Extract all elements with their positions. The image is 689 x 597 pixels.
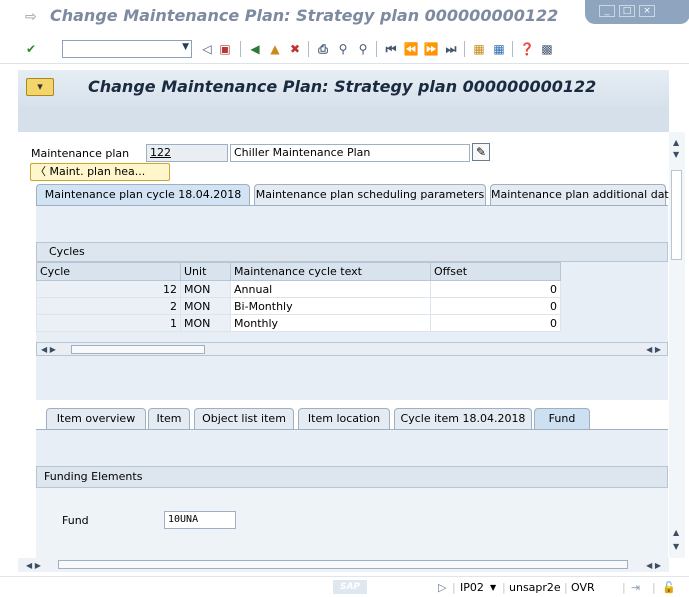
customize-layout-icon[interactable]: ▩	[538, 40, 556, 58]
cycles-table: Cycles Cycle Unit Maintenance cycle text…	[36, 242, 668, 360]
page-scroll-thumb[interactable]	[58, 560, 628, 569]
column-header-cycle[interactable]: Cycle	[36, 262, 181, 281]
minimize-icon[interactable]: _	[599, 5, 615, 17]
page-scroll-right-icon[interactable]: ◀ ▶	[646, 561, 661, 570]
page-title: Change Maintenance Plan: Strategy plan 0…	[88, 77, 597, 96]
cycles-title: Cycles	[36, 242, 668, 262]
close-icon[interactable]: ×	[639, 5, 655, 17]
standard-toolbar: ✔ ▼ ◁ ▣ ◀ ▲ ✖ ⎙ ⚲ ⚲ ⏮ ⏪ ⏩ ⏭ ▦ ▦ ❓ ▩	[0, 34, 689, 64]
window-controls: _ □ ×	[585, 0, 689, 34]
back-triangle-icon[interactable]: ◁	[198, 40, 216, 58]
column-header-offset[interactable]: Offset	[430, 262, 561, 281]
cycle-cell[interactable]: 12	[36, 280, 181, 298]
previous-page-icon[interactable]: ⏪	[402, 40, 420, 58]
scroll-thumb[interactable]	[71, 345, 205, 354]
tab-item[interactable]: Item	[148, 408, 190, 430]
tab-item-overview[interactable]: Item overview	[46, 408, 146, 430]
table-row[interactable]: 12 MON Annual 0	[36, 280, 561, 298]
table-horizontal-scrollbar[interactable]: ◀ ▶ ◀ ▶	[36, 342, 668, 356]
save-icon[interactable]: ▣	[216, 40, 234, 58]
tab-cycle-item[interactable]: Cycle item 18.04.2018	[394, 408, 532, 430]
funding-elements-group	[36, 488, 668, 558]
print-icon[interactable]: ⎙	[314, 40, 332, 58]
cycle-text-cell[interactable]: Bi-Monthly	[230, 297, 431, 315]
scroll-right-icon[interactable]: ◀ ▶	[646, 345, 661, 354]
last-page-icon[interactable]: ⏭	[442, 40, 460, 58]
scroll-up-icon[interactable]: ▲	[673, 138, 679, 147]
item-tabs: Item overview Item Object list item Item…	[36, 408, 668, 430]
back-icon[interactable]: ◀	[246, 40, 264, 58]
lock-icon[interactable]: 🔓	[662, 581, 676, 594]
maximize-icon[interactable]: □	[619, 5, 635, 17]
window-title: Change Maintenance Plan: Strategy plan 0…	[50, 6, 559, 25]
column-header-cycle-text[interactable]: Maintenance cycle text	[230, 262, 431, 281]
command-field[interactable]: ▼	[62, 40, 192, 58]
tab-order-icon[interactable]: ⇥	[631, 581, 640, 594]
maintenance-plan-label: Maintenance plan	[31, 147, 130, 160]
find-icon[interactable]: ⚲	[334, 40, 352, 58]
page-scroll-left-icon[interactable]: ◀ ▶	[26, 561, 41, 570]
scroll-down-icon[interactable]: ▼	[673, 150, 679, 159]
offset-cell[interactable]: 0	[430, 280, 561, 298]
fund-field[interactable]: 10UNA	[164, 511, 236, 529]
find-next-icon[interactable]: ⚲	[354, 40, 372, 58]
title-bar: ⇨ Change Maintenance Plan: Strategy plan…	[0, 0, 689, 34]
unit-cell[interactable]: MON	[180, 280, 231, 298]
menu-icon[interactable]: ▾	[26, 78, 54, 96]
tab-scheduling-parameters[interactable]: Maintenance plan scheduling parameters	[254, 184, 486, 206]
scroll-left-icon[interactable]: ◀ ▶	[41, 345, 56, 354]
tab-item-location[interactable]: Item location	[298, 408, 390, 430]
client-user-indicator: unsapr2e	[509, 581, 561, 594]
fund-label: Fund	[62, 514, 89, 527]
table-row[interactable]: 2 MON Bi-Monthly 0	[36, 297, 561, 315]
cycle-text-cell[interactable]: Annual	[230, 280, 431, 298]
tab-object-list-item[interactable]: Object list item	[194, 408, 294, 430]
first-page-icon[interactable]: ⏮	[382, 40, 400, 58]
scroll-up-bottom-icon[interactable]: ▲	[673, 528, 679, 537]
unit-cell[interactable]: MON	[180, 297, 231, 315]
cancel-icon[interactable]: ✖	[286, 40, 304, 58]
cycle-text-cell[interactable]: Monthly	[230, 314, 431, 332]
tab-fund[interactable]: Fund	[534, 408, 590, 430]
plan-tabs: Maintenance plan cycle 18.04.2018 Mainte…	[36, 184, 676, 206]
exit-arrow-icon[interactable]: ⇨	[25, 10, 39, 24]
column-header-unit[interactable]: Unit	[180, 262, 231, 281]
header-data-icon: 〈	[35, 165, 50, 178]
long-text-edit-icon[interactable]: ✎	[472, 143, 490, 161]
tab-maintenance-plan-cycle[interactable]: Maintenance plan cycle 18.04.2018	[36, 184, 250, 206]
sap-logo: SAP	[333, 580, 367, 594]
shortcut-icon[interactable]: ▦	[490, 40, 508, 58]
help-icon[interactable]: ❓	[518, 40, 536, 58]
offset-cell[interactable]: 0	[430, 297, 561, 315]
vertical-scroll-thumb[interactable]	[671, 170, 682, 260]
funding-elements-title: Funding Elements	[36, 466, 668, 488]
cycle-cell[interactable]: 2	[36, 297, 181, 315]
cycles-grid: Cycle Unit Maintenance cycle text Offset…	[36, 262, 561, 332]
insert-mode-indicator[interactable]: OVR	[571, 581, 595, 594]
status-expand-icon[interactable]: ▷	[438, 581, 446, 594]
new-session-icon[interactable]: ▦	[470, 40, 488, 58]
next-page-icon[interactable]: ⏩	[422, 40, 440, 58]
dropdown-icon[interactable]: ▼	[182, 42, 189, 52]
tab-additional-data[interactable]: Maintenance plan additional data	[490, 184, 676, 206]
maint-plan-header-button[interactable]: 〈 Maint. plan hea...	[30, 163, 170, 181]
exit-icon[interactable]: ▲	[266, 40, 284, 58]
offset-cell[interactable]: 0	[430, 314, 561, 332]
system-indicator[interactable]: IP02	[460, 581, 484, 594]
maint-plan-header-button-label: Maint. plan hea...	[49, 165, 146, 178]
enter-checkmark-icon[interactable]: ✔	[22, 40, 40, 58]
scroll-down-bottom-icon[interactable]: ▼	[673, 542, 679, 551]
cycle-cell[interactable]: 1	[36, 314, 181, 332]
unit-cell[interactable]: MON	[180, 314, 231, 332]
page-horizontal-scrollbar[interactable]: ◀ ▶ ◀ ▶	[18, 558, 669, 572]
application-toolbar	[18, 106, 669, 132]
table-row[interactable]: 1 MON Monthly 0	[36, 314, 561, 332]
vertical-scrollbar[interactable]: ▲ ▼ ▲ ▼	[669, 132, 685, 558]
screen-header: ▾ Change Maintenance Plan: Strategy plan…	[18, 70, 669, 106]
maintenance-plan-number-field[interactable]: 122	[146, 144, 228, 162]
maintenance-plan-description-field[interactable]: Chiller Maintenance Plan	[230, 144, 470, 162]
system-dropdown-icon[interactable]: ▼	[490, 583, 496, 592]
